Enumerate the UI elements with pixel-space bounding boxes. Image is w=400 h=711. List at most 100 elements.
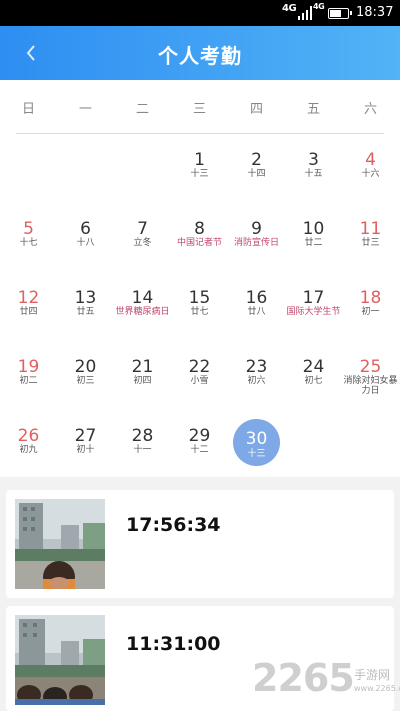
day-number: 24 <box>302 357 325 377</box>
calendar-day[interactable]: 27 初十 <box>57 419 114 469</box>
lunar-date: 小雪 <box>190 376 209 386</box>
attendance-photo <box>15 615 105 705</box>
day-number: 13 <box>74 288 97 308</box>
calendar-day[interactable]: 21 初四 <box>114 350 171 400</box>
day-number: 6 <box>80 219 91 239</box>
calendar-day[interactable]: 23 初六 <box>228 350 285 400</box>
calendar-day[interactable]: 24 初七 <box>285 350 342 400</box>
day-number: 11 <box>359 219 382 239</box>
calendar-day[interactable]: 11 廿三 <box>342 212 399 262</box>
lunar-date: 十七 <box>19 238 38 248</box>
calendar-day[interactable]: 4 十六 <box>342 143 399 193</box>
calendar-day[interactable]: 25 消除对妇女暴力日 <box>342 350 399 400</box>
lunar-date: 廿四 <box>19 307 38 317</box>
calendar-day[interactable]: 9 消防宣传日 <box>228 212 285 262</box>
weekday-label: 四 <box>249 102 263 117</box>
day-number: 19 <box>17 357 40 377</box>
weekday-header: 日 一 二 三 四 五 六 <box>0 80 400 134</box>
calendar-day[interactable]: 15 廿七 <box>171 281 228 331</box>
lunar-date: 十五 <box>304 169 323 179</box>
signal-icon <box>298 6 312 20</box>
lunar-date: 廿二 <box>304 238 323 248</box>
festival-label: 中国记者节 <box>176 238 222 248</box>
day-number: 26 <box>17 426 40 446</box>
day-number: 4 <box>365 150 376 170</box>
watermark-text: 手游网 <box>354 668 391 682</box>
calendar-day[interactable]: 28 十一 <box>114 419 171 469</box>
calendar-day[interactable]: 18 初一 <box>342 281 399 331</box>
festival-label: 消防宣传日 <box>233 238 279 248</box>
lunar-date: 廿七 <box>190 307 209 317</box>
lunar-date: 十八 <box>76 238 95 248</box>
record-time: 11:31:00 <box>126 633 221 655</box>
day-number: 3 <box>308 150 319 170</box>
battery-icon <box>328 8 352 19</box>
day-number: 23 <box>245 357 268 377</box>
day-number: 1 <box>194 150 205 170</box>
calendar-day[interactable]: 16 廿八 <box>228 281 285 331</box>
lunar-date: 初四 <box>133 376 152 386</box>
calendar-day[interactable]: 2 十四 <box>228 143 285 193</box>
day-number: 17 <box>302 288 325 308</box>
lunar-date: 初十 <box>76 445 95 455</box>
lunar-date: 初二 <box>19 376 38 386</box>
lunar-date: 十六 <box>361 169 380 179</box>
header-bar: 个人考勤 <box>0 26 400 80</box>
lunar-date: 初一 <box>361 307 380 317</box>
calendar-day[interactable]: 17 国际大学生节 <box>285 281 342 331</box>
calendar-day[interactable]: 13 廿五 <box>57 281 114 331</box>
lunar-date: 十四 <box>247 169 266 179</box>
calendar-day[interactable]: 22 小雪 <box>171 350 228 400</box>
status-bar: 4G 4G 18:37 <box>0 0 400 26</box>
day-number: 30 <box>245 429 268 449</box>
calendar-day[interactable]: 5 十七 <box>0 212 57 262</box>
status-time: 18:37 <box>356 5 394 20</box>
lunar-date: 廿五 <box>76 307 95 317</box>
network-type-1: 4G <box>282 3 297 14</box>
calendar-day[interactable]: 30 十三 <box>228 419 285 469</box>
lunar-date: 初六 <box>247 376 266 386</box>
lunar-date: 初七 <box>304 376 323 386</box>
lunar-date: 初三 <box>76 376 95 386</box>
day-number: 28 <box>131 426 154 446</box>
calendar-day[interactable]: 7 立冬 <box>114 212 171 262</box>
calendar-day[interactable]: 10 廿二 <box>285 212 342 262</box>
calendar-day[interactable]: 6 十八 <box>57 212 114 262</box>
calendar-day[interactable]: 29 十二 <box>171 419 228 469</box>
day-number: 8 <box>194 219 205 239</box>
day-number: 18 <box>359 288 382 308</box>
watermark-number: 2265 <box>252 656 355 700</box>
watermark-logo: 2265 手游网 www.2265.com <box>250 656 400 706</box>
calendar-day[interactable]: 14 世界糖尿病日 <box>114 281 171 331</box>
calendar-day[interactable]: 12 廿四 <box>0 281 57 331</box>
day-number: 14 <box>131 288 154 308</box>
weekday-label: 二 <box>135 102 149 117</box>
festival-label: 国际大学生节 <box>286 307 341 317</box>
record-time: 17:56:34 <box>126 514 221 536</box>
day-number: 9 <box>251 219 262 239</box>
day-number: 16 <box>245 288 268 308</box>
divider <box>16 133 384 134</box>
day-number: 10 <box>302 219 325 239</box>
calendar-day[interactable]: 1 十三 <box>171 143 228 193</box>
calendar-day[interactable]: 26 初九 <box>0 419 57 469</box>
day-number: 7 <box>137 219 148 239</box>
attendance-photo <box>15 499 105 589</box>
festival-label: 消除对妇女暴力日 <box>343 376 398 396</box>
day-number: 29 <box>188 426 211 446</box>
calendar-day[interactable]: 20 初三 <box>57 350 114 400</box>
calendar-day[interactable]: 8 中国记者节 <box>171 212 228 262</box>
lunar-date: 立冬 <box>133 238 152 248</box>
page-title: 个人考勤 <box>158 44 242 68</box>
lunar-date: 廿八 <box>247 307 266 317</box>
day-number: 20 <box>74 357 97 377</box>
calendar-day[interactable]: 19 初二 <box>0 350 57 400</box>
network-type-2: 4G <box>313 2 325 11</box>
lunar-date: 廿三 <box>361 238 380 248</box>
calendar: 日 一 二 三 四 五 六 1 十三 2 十四 3 十五 4 十六 5 十七 6 十八 7 立冬 8 中国记者… <box>0 80 400 477</box>
attendance-record[interactable]: 17:56:34 <box>6 490 394 598</box>
calendar-day[interactable]: 3 十五 <box>285 143 342 193</box>
day-number: 25 <box>359 357 382 377</box>
day-number: 2 <box>251 150 262 170</box>
watermark-url: www.2265.com <box>354 684 400 693</box>
